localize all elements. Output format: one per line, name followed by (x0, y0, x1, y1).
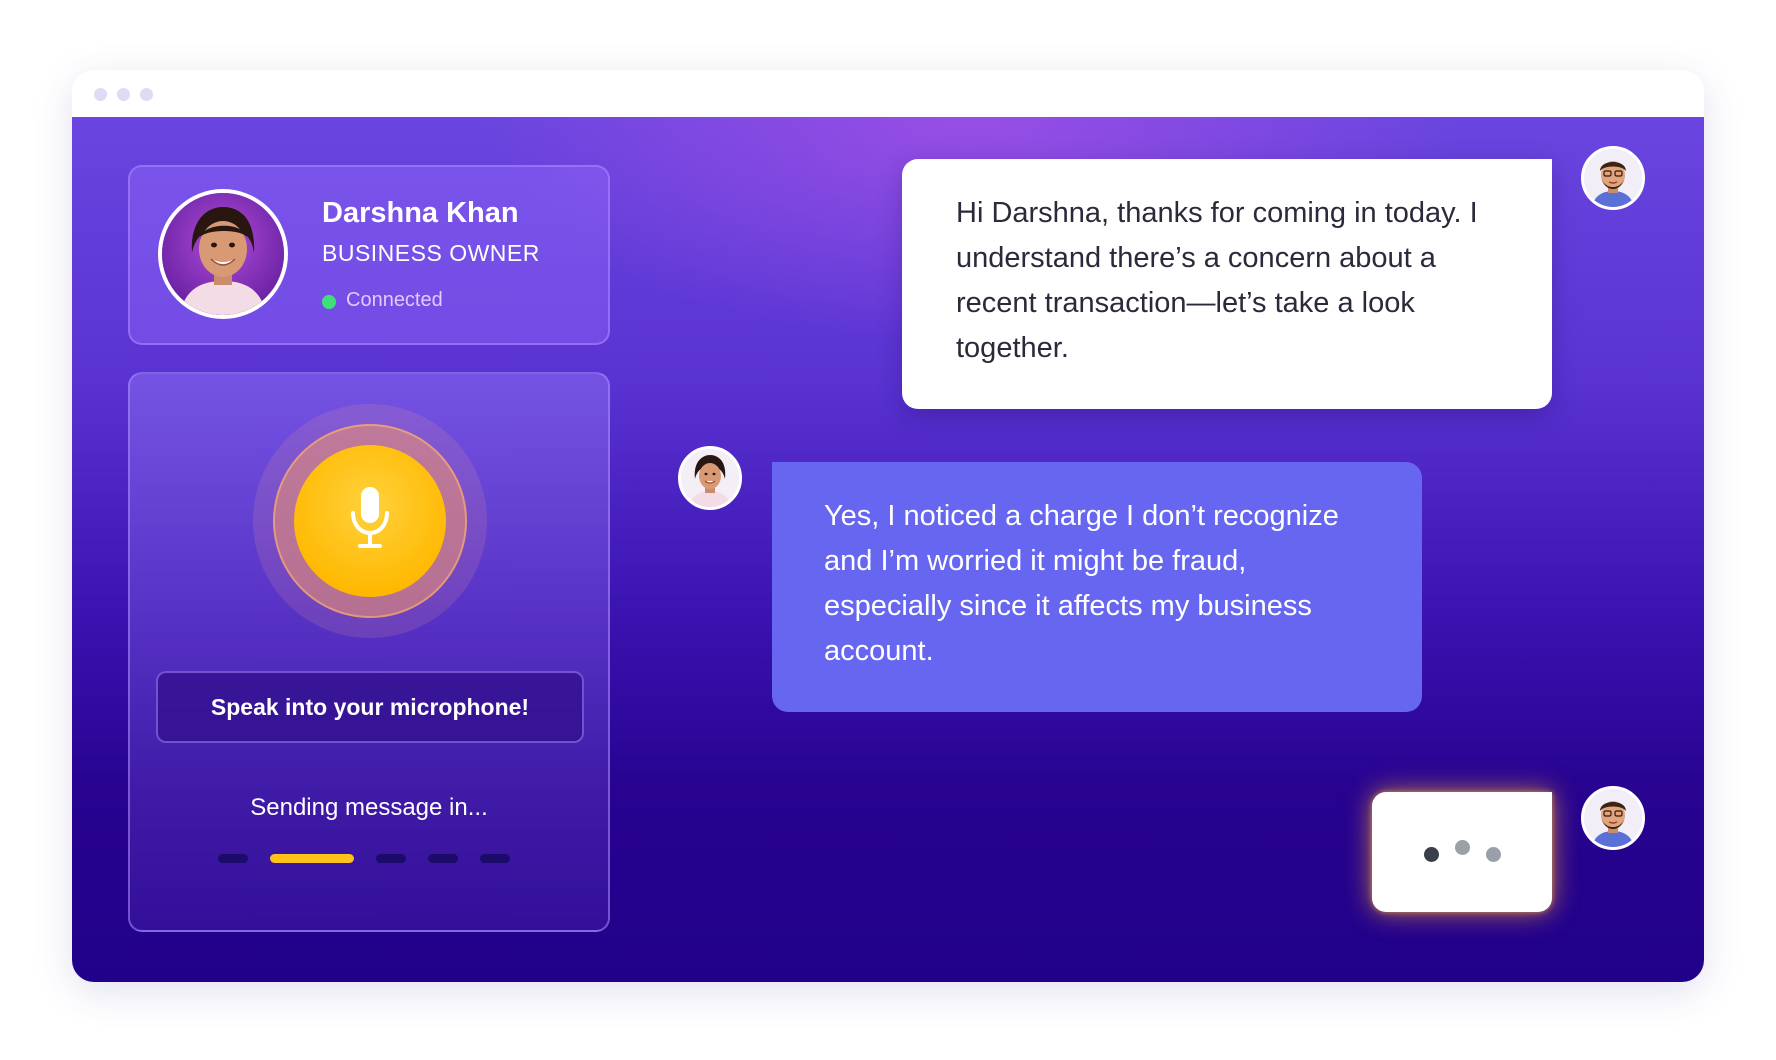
app-window: Darshna Khan BUSINESS OWNER Connected Sp… (72, 70, 1704, 982)
connection-status: Connected (346, 289, 443, 311)
window-dot-icon[interactable] (94, 88, 107, 101)
window-titlebar (72, 70, 1704, 117)
agent-message-text: Hi Darshna, thanks for coming in today. … (956, 197, 1478, 364)
countdown-segment-active (270, 854, 354, 863)
man-avatar-icon (1584, 789, 1642, 847)
microphone-prompt: Speak into your microphone! (156, 671, 584, 743)
countdown-segment (218, 854, 248, 863)
user-small-avatar (678, 446, 742, 510)
countdown-segment (480, 854, 510, 863)
user-name: Darshna Khan (322, 197, 519, 229)
microphone-icon (351, 487, 389, 548)
woman-avatar-icon (681, 449, 739, 507)
sending-countdown-label: Sending message in... (250, 794, 488, 821)
typing-indicator (1372, 792, 1552, 912)
user-message-bubble: Yes, I noticed a charge I don’t recogniz… (772, 462, 1422, 712)
agent-avatar (1581, 146, 1645, 210)
countdown-segment (376, 854, 406, 863)
voice-input-panel: Speak into your microphone! Sending mess… (128, 372, 610, 932)
agent-avatar (1581, 786, 1645, 850)
user-role: BUSINESS OWNER (322, 240, 540, 266)
microphone-button[interactable] (294, 445, 446, 597)
typing-dot-icon (1455, 840, 1470, 855)
agent-message-bubble: Hi Darshna, thanks for coming in today. … (902, 159, 1552, 409)
user-message-text: Yes, I noticed a charge I don’t recogniz… (824, 500, 1339, 667)
chat-stage: Darshna Khan BUSINESS OWNER Connected Sp… (72, 117, 1704, 982)
window-dot-icon[interactable] (140, 88, 153, 101)
user-avatar (158, 189, 288, 319)
man-avatar-icon (1584, 149, 1642, 207)
profile-card: Darshna Khan BUSINESS OWNER Connected (128, 165, 610, 345)
window-dot-icon[interactable] (117, 88, 130, 101)
typing-dot-icon (1424, 847, 1439, 862)
woman-portrait-icon (162, 193, 284, 315)
typing-dot-icon (1486, 847, 1501, 862)
countdown-segment (428, 854, 458, 863)
connected-status-icon (322, 295, 336, 309)
